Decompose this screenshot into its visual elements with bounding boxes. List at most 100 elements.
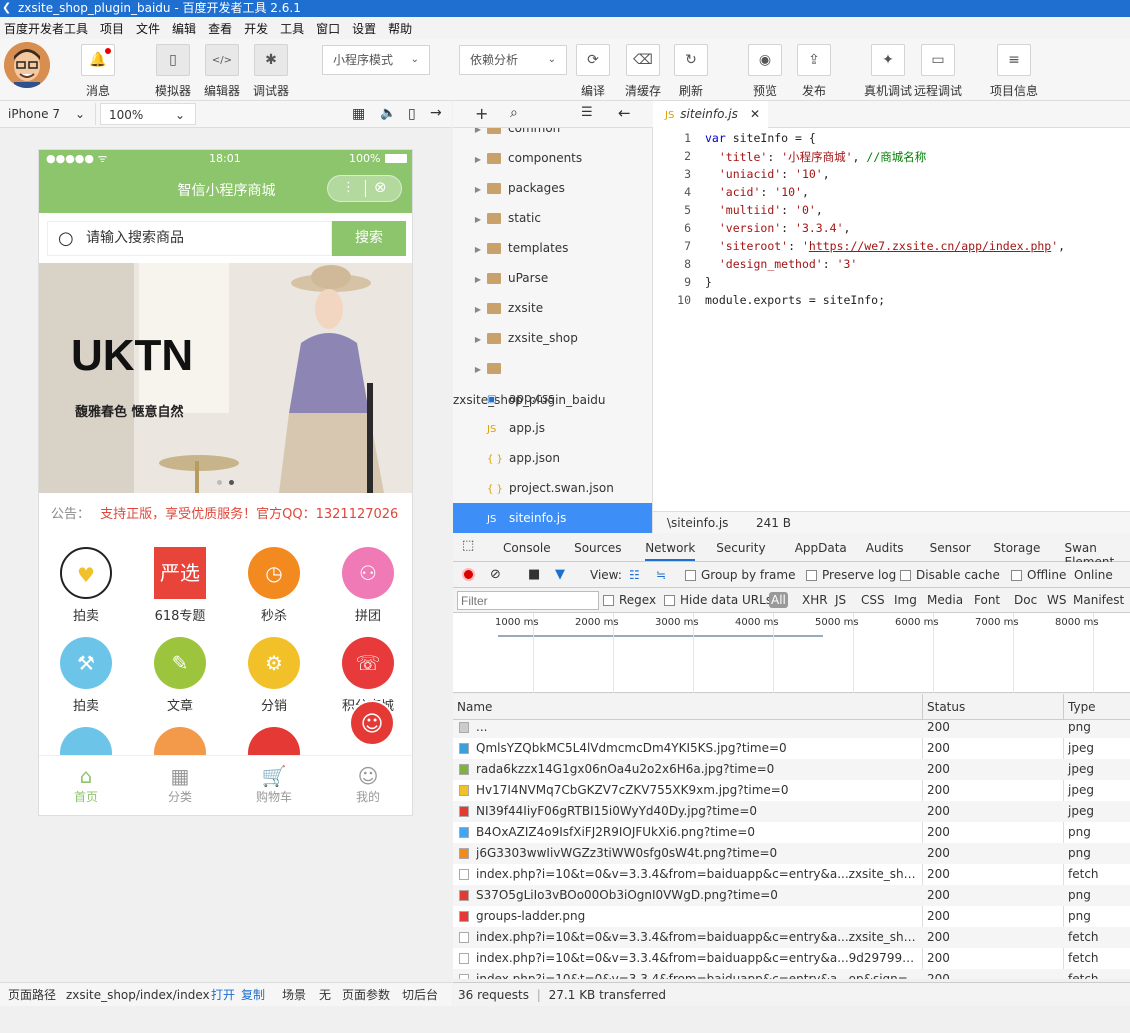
- file-item[interactable]: ▶ packages: [453, 173, 652, 203]
- background-button[interactable]: 切后台: [402, 983, 438, 1007]
- request-row[interactable]: Hv17I4NVMq7CbGKZV7cZKV755XK9xm.jpg?time=…: [453, 780, 1130, 801]
- grid-item[interactable]: ⚒ 拍卖: [39, 637, 133, 714]
- tab-1[interactable]: ▦ 分类: [133, 764, 227, 805]
- menu-item[interactable]: 设置: [352, 20, 376, 37]
- user-avatar[interactable]: [4, 42, 50, 88]
- carousel-dot[interactable]: [217, 480, 222, 485]
- file-item[interactable]: ▶ components: [453, 143, 652, 173]
- devtools-tab[interactable]: Audits: [866, 541, 904, 555]
- type-filter[interactable]: Doc: [1014, 588, 1037, 613]
- request-row[interactable]: index.php?i=10&t=0&v=3.3.4&from=baiduapp…: [453, 969, 1130, 979]
- clear-icon[interactable]: ⊘: [490, 562, 501, 588]
- close-tab-icon[interactable]: ✕: [750, 101, 760, 128]
- grid-item[interactable]: ✎ 文章: [133, 637, 227, 714]
- devtools-tab[interactable]: Network: [645, 541, 696, 561]
- name-column-header[interactable]: Name: [457, 694, 492, 720]
- page-params-button[interactable]: 页面参数: [342, 983, 390, 1007]
- type-filter[interactable]: Manifest: [1073, 588, 1124, 613]
- type-filter[interactable]: XHR: [802, 588, 828, 613]
- grid-item[interactable]: ⚇ 拼团: [321, 547, 412, 624]
- inspect-icon[interactable]: ⬚: [462, 538, 474, 553]
- messages-button[interactable]: 🔔 消息: [81, 44, 115, 99]
- mode-select[interactable]: 小程序模式 ⌄: [322, 45, 430, 75]
- request-row[interactable]: QmlsYZQbkMC5L4lVdmcmcDm4YKI5KS.jpg?time=…: [453, 738, 1130, 759]
- editor-toggle[interactable]: </> 编辑器: [204, 44, 240, 99]
- zoom-select[interactable]: 100% ⌄: [100, 103, 196, 125]
- waterfall-icon[interactable]: ≒: [656, 562, 666, 588]
- file-item[interactable]: { } project.swan.json: [453, 473, 652, 503]
- type-column-header[interactable]: Type: [1068, 694, 1096, 720]
- file-item[interactable]: ▶ common: [453, 128, 652, 143]
- banner-carousel[interactable]: UKTN 馥雅春色 惬意自然: [39, 263, 412, 493]
- device-debug-button[interactable]: ✦ 真机调试: [864, 44, 912, 99]
- devtools-tab[interactable]: Security: [716, 541, 765, 555]
- request-row[interactable]: S37O5gLiIo3vBOo00Ob3iOgnI0VWgD.png?time=…: [453, 885, 1130, 906]
- file-item[interactable]: JS app.js: [453, 413, 652, 443]
- tab-0[interactable]: ⌂ 首页: [39, 764, 133, 805]
- file-item[interactable]: ▶ zxsite: [453, 293, 652, 323]
- menu-item[interactable]: 文件: [136, 20, 160, 37]
- project-info-button[interactable]: ≡ 项目信息: [990, 44, 1038, 99]
- search-button[interactable]: 搜索: [332, 221, 406, 256]
- back-icon[interactable]: ←: [618, 104, 631, 122]
- grid-item[interactable]: ⚙ 分销: [227, 637, 321, 714]
- menu-item[interactable]: 开发: [244, 20, 268, 37]
- capsule-menu[interactable]: ⋮ ⊗: [327, 175, 402, 202]
- refresh-button[interactable]: ↻ 刷新: [674, 44, 708, 99]
- code-editor[interactable]: 1 var siteInfo = { 2 'title': '小程序商城', //…: [653, 128, 1130, 511]
- menu-item[interactable]: 窗口: [316, 20, 340, 37]
- throttling-select[interactable]: Online: [1074, 562, 1113, 588]
- type-filter[interactable]: Media: [927, 588, 963, 613]
- regex-checkbox[interactable]: Regex: [603, 588, 656, 613]
- grid-item[interactable]: 严选 618专题: [133, 547, 227, 624]
- menu-item[interactable]: 查看: [208, 20, 232, 37]
- menu-item[interactable]: 工具: [280, 20, 304, 37]
- file-item[interactable]: { } app.json: [453, 443, 652, 473]
- notice-bar[interactable]: 公告： 支持正版，享受优质服务！官方QQ：1321127026: [39, 493, 412, 537]
- network-timeline[interactable]: 1000 ms 2000 ms 3000 ms 4000 ms 5000 ms 6000 …: [453, 613, 1130, 693]
- tab-2[interactable]: 🛒 购物车: [227, 764, 321, 805]
- filter-icon[interactable]: ▼: [555, 562, 565, 588]
- compile-button[interactable]: ⟳ 编译: [576, 44, 610, 99]
- preserve-log-checkbox[interactable]: Preserve log: [806, 562, 896, 588]
- request-row[interactable]: B4OxAZIZ4o9IsfXiFJ2R9IOJFUkXi6.png?time=…: [453, 822, 1130, 843]
- type-filter[interactable]: JS: [835, 588, 846, 613]
- request-row[interactable]: index.php?i=10&t=0&v=3.3.4&from=baiduapp…: [453, 948, 1130, 969]
- request-row[interactable]: NI39f44IiyF06gRTBI15i0WyYd40Dy.jpg?time=…: [453, 801, 1130, 822]
- open-link[interactable]: 打开: [211, 983, 235, 1007]
- menu-item[interactable]: 帮助: [388, 20, 412, 37]
- file-item[interactable]: ▶ zxsite_shop: [453, 323, 652, 353]
- devtools-tab[interactable]: Sources: [574, 541, 621, 555]
- volume-icon[interactable]: 🔈: [380, 106, 396, 121]
- devtools-tab[interactable]: Console: [503, 541, 551, 555]
- rotate-icon[interactable]: ▯: [408, 106, 416, 122]
- devtools-tab[interactable]: Sensor: [930, 541, 971, 555]
- debugger-toggle[interactable]: ✱ 调试器: [253, 44, 289, 99]
- search-input[interactable]: ○ 请输入搜索商品: [47, 221, 332, 256]
- devtools-tab[interactable]: Storage: [993, 541, 1040, 555]
- list-view-icon[interactable]: ☷: [629, 562, 640, 588]
- offline-checkbox[interactable]: Offline: [1011, 562, 1066, 588]
- publish-button[interactable]: ⇪ 发布: [797, 44, 831, 99]
- hide-data-urls-checkbox[interactable]: Hide data URLs: [664, 588, 772, 613]
- status-column-header[interactable]: Status: [927, 694, 965, 720]
- request-row[interactable]: index.php?i=10&t=0&v=3.3.4&from=baiduapp…: [453, 864, 1130, 885]
- customer-service-icon[interactable]: ☺: [349, 700, 395, 746]
- request-row[interactable]: index.php?i=10&t=0&v=3.3.4&from=baiduapp…: [453, 927, 1130, 948]
- add-icon[interactable]: +: [475, 104, 488, 123]
- grid-icon[interactable]: ▦: [352, 106, 365, 122]
- menu-item[interactable]: 编辑: [172, 20, 196, 37]
- device-select[interactable]: iPhone 7 ⌄: [0, 103, 96, 125]
- request-row[interactable]: j6G3303wwIivWGZz3tiWW0sfg0sW4t.png?time=…: [453, 843, 1130, 864]
- more-icon[interactable]: ⋮: [342, 180, 355, 195]
- detach-icon[interactable]: →: [430, 105, 442, 121]
- carousel-dot-active[interactable]: [229, 480, 234, 485]
- disable-cache-checkbox[interactable]: Disable cache: [900, 562, 1000, 588]
- devtools-tab[interactable]: AppData: [795, 541, 847, 555]
- copy-link[interactable]: 复制: [241, 983, 265, 1007]
- scene-label[interactable]: 场景: [282, 983, 306, 1007]
- type-filter[interactable]: Font: [974, 588, 1000, 613]
- menu-item[interactable]: 项目: [100, 20, 124, 37]
- filter-input[interactable]: [457, 591, 599, 610]
- request-row[interactable]: ... 200 png: [453, 720, 1130, 738]
